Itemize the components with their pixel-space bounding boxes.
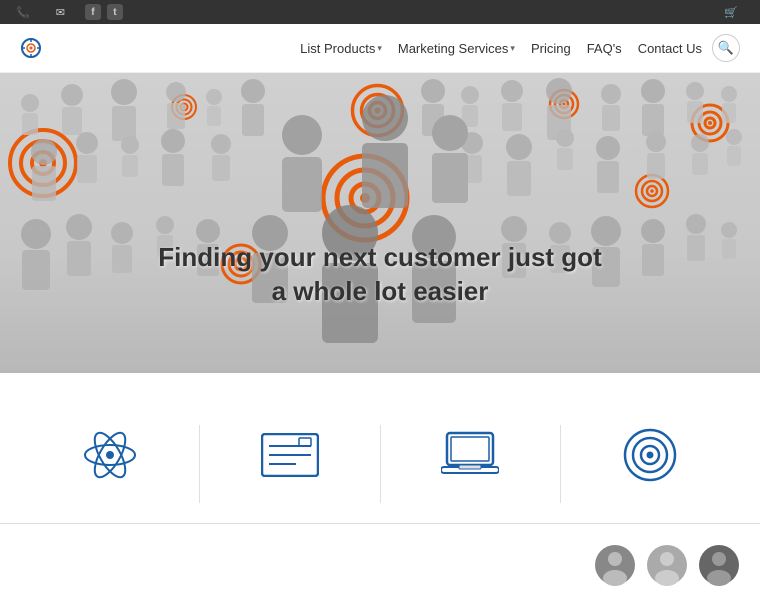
hero-people-svg [0, 73, 760, 373]
feature-data-enhancement [561, 425, 740, 503]
logo[interactable] [20, 37, 46, 59]
social-icons: f t [85, 4, 123, 20]
feature-marketing-lists [20, 425, 200, 503]
header: List Products ▾ Marketing Services ▾ Pri… [0, 24, 760, 73]
facebook-icon[interactable]: f [85, 4, 101, 20]
postcard-icon [260, 425, 320, 485]
target-icon [620, 425, 680, 485]
chevron-down-icon: ▾ [510, 43, 515, 54]
compass-logo-icon [20, 37, 42, 59]
email-icon: ✉ [56, 6, 65, 19]
features-grid [20, 425, 740, 503]
hero-text: Finding your next customer just gota who… [0, 241, 760, 313]
top-bar-left: 📞 ✉ f t [16, 4, 123, 20]
laptop-icon [440, 425, 500, 485]
feature-email-marketing [381, 425, 561, 503]
feature-postcard-marketing [200, 425, 380, 503]
nav-faqs[interactable]: FAQ's [581, 37, 628, 60]
lifecycle-icons [594, 544, 740, 586]
lifecycle-person-icon-3 [698, 544, 740, 586]
search-button[interactable]: 🔍 [712, 34, 740, 62]
hero-title: Finding your next customer just gota who… [0, 241, 760, 309]
nav-contact-us[interactable]: Contact Us [632, 37, 708, 60]
discover-section [0, 373, 760, 523]
chevron-down-icon: ▾ [377, 43, 382, 54]
hero-section: Finding your next customer just gota who… [0, 73, 760, 373]
nav-pricing[interactable]: Pricing [525, 37, 577, 60]
nav-marketing-services[interactable]: Marketing Services ▾ [392, 37, 521, 60]
lifecycle-person-icon-2 [646, 544, 688, 586]
top-bar-right: 🛒 [724, 6, 744, 19]
main-nav: List Products ▾ Marketing Services ▾ Pri… [294, 34, 740, 62]
atom-icon [80, 425, 140, 485]
twitter-icon[interactable]: t [107, 4, 123, 20]
cart-icon: 🛒 [724, 6, 738, 19]
nav-list-products[interactable]: List Products ▾ [294, 37, 388, 60]
phone-icon: 📞 [16, 6, 30, 19]
lifecycle-section [0, 523, 760, 596]
lifecycle-person-icon-1 [594, 544, 636, 586]
top-bar: 📞 ✉ f t 🛒 [0, 0, 760, 24]
